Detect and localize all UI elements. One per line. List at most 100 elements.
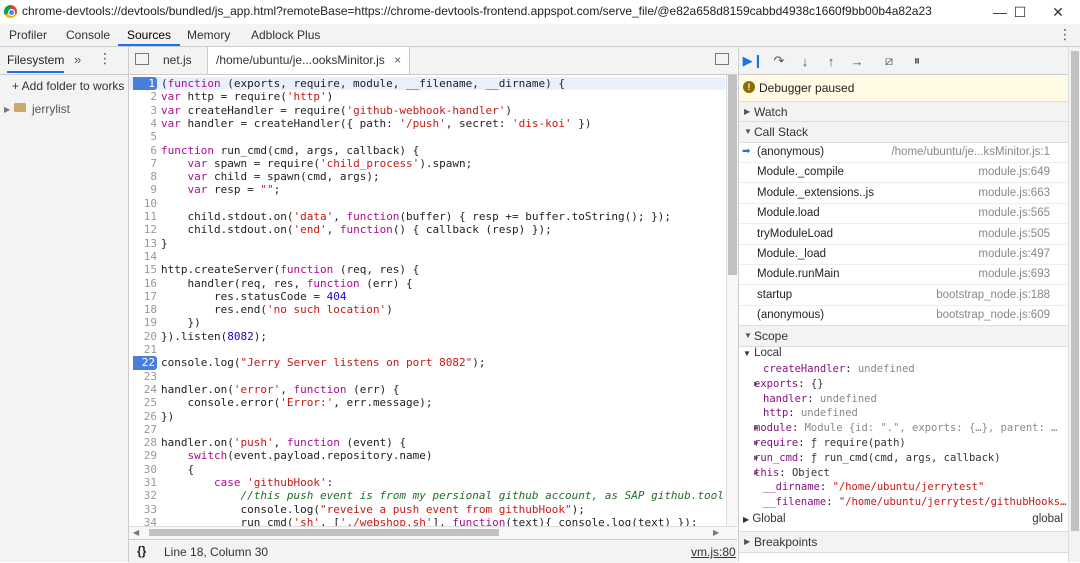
line-number[interactable]: 27 [129, 423, 157, 436]
line-number[interactable]: 17 [129, 290, 157, 303]
pause-on-exceptions-icon[interactable]: ⏸ [907, 51, 927, 71]
line-number[interactable]: 11 [129, 210, 157, 223]
call-stack-frame[interactable]: Module._extensions..js module.js:663 [739, 183, 1069, 204]
tab-profiler[interactable]: Profiler [0, 24, 56, 46]
editor-vertical-scrollbar[interactable] [726, 75, 738, 541]
expand-arrow-icon[interactable]: ▶ [4, 105, 10, 114]
deactivate-breakpoints-icon[interactable]: ⧄ [879, 51, 899, 71]
line-number[interactable]: 4 [129, 117, 157, 130]
frame-location[interactable]: module.js:663 [978, 183, 1050, 203]
scope-local-header[interactable]: ▼ Local [743, 347, 782, 359]
step-over-icon[interactable]: ↷ [769, 51, 789, 71]
frame-location[interactable]: module.js:649 [978, 162, 1050, 182]
scope-global-header[interactable]: ▶ Global global [743, 513, 1063, 525]
line-number[interactable]: 24 [129, 383, 157, 396]
watch-section-header[interactable]: ▶ Watch [739, 101, 1069, 123]
line-number[interactable]: 10 [129, 197, 157, 210]
line-number[interactable]: 13 [129, 237, 157, 250]
call-stack-frame[interactable]: startup bootstrap_node.js:188 [739, 285, 1069, 306]
tab-memory[interactable]: Memory [178, 24, 239, 46]
scroll-thumb[interactable] [1071, 51, 1079, 531]
line-number[interactable]: 31 [129, 476, 157, 489]
line-number[interactable]: 20 [129, 330, 157, 343]
line-number[interactable]: 33 [129, 503, 157, 516]
scope-variable[interactable]: http: undefined [739, 406, 1069, 421]
call-stack-frame[interactable]: Module._compile module.js:649 [739, 162, 1069, 184]
line-number[interactable]: 21 [129, 343, 157, 356]
frame-location[interactable]: module.js:693 [978, 264, 1050, 284]
line-number[interactable]: 23 [129, 370, 157, 383]
editor-tab-netjs[interactable]: net.js [155, 47, 200, 74]
line-number[interactable]: 30 [129, 463, 157, 476]
scope-variable[interactable]: ▶ module: Module {id: ".", exports: {…}, … [739, 421, 1069, 436]
frame-location[interactable]: /home/ubuntu/je...ksMinitor.js:1 [891, 142, 1050, 162]
scope-section-header[interactable]: ▼ Scope [739, 325, 1069, 347]
scope-variable[interactable]: ▶ run_cmd: ƒ run_cmd(cmd, args, callback) [739, 451, 1069, 466]
line-number[interactable]: 9 [129, 183, 157, 196]
call-stack-frame[interactable]: Module.runMain module.js:693 [739, 264, 1069, 286]
line-number[interactable]: 5 [129, 130, 157, 143]
more-tabs-icon[interactable]: » [74, 52, 81, 67]
breakpoint-line-number[interactable]: 22 [133, 356, 157, 370]
scope-variable[interactable]: ▶ exports: {} [739, 377, 1069, 392]
add-folder-button[interactable]: + Add folder to works [12, 79, 128, 93]
line-number[interactable]: 7 [129, 157, 157, 170]
line-number[interactable]: 14 [129, 250, 157, 263]
scroll-right-icon[interactable]: ▶ [713, 528, 719, 537]
editor-horizontal-scrollbar[interactable]: ◀ ▶ [129, 526, 737, 539]
line-number[interactable]: 18 [129, 303, 157, 316]
close-window-button[interactable]: ✕ [1038, 0, 1078, 24]
scope-variable[interactable]: __dirname: "/home/ubuntu/jerrytest" [739, 480, 1069, 495]
maximize-button[interactable]: ☐ [1000, 0, 1040, 24]
step-out-icon[interactable]: ↑ [821, 51, 841, 71]
line-number[interactable]: 16 [129, 277, 157, 290]
scope-variable[interactable]: ▶ this: Object [739, 466, 1069, 481]
scroll-thumb[interactable] [728, 75, 737, 275]
scope-variable[interactable]: ▶ require: ƒ require(path) [739, 436, 1069, 451]
hscroll-thumb[interactable] [149, 529, 499, 536]
line-number[interactable]: 12 [129, 223, 157, 236]
navigator-menu-icon[interactable]: ⋮ [98, 50, 112, 67]
line-number[interactable]: 2 [129, 90, 157, 103]
scope-variable[interactable]: __filename: "/home/ubuntu/jerrytest/gith… [739, 495, 1069, 510]
scroll-left-icon[interactable]: ◀ [133, 528, 139, 537]
line-number[interactable]: 3 [129, 104, 157, 117]
tab-sources[interactable]: Sources [118, 24, 181, 46]
line-number[interactable]: 32 [129, 489, 157, 502]
folder-jerrylist[interactable]: jerrylist [32, 102, 70, 116]
line-number[interactable]: 15 [129, 263, 157, 276]
frame-location[interactable]: module.js:565 [978, 203, 1050, 223]
toggle-navigator-icon[interactable] [135, 53, 149, 65]
scope-variable[interactable]: createHandler: undefined [739, 362, 1069, 377]
source-link[interactable]: vm.js:80 [691, 545, 736, 559]
call-stack-frame[interactable]: ➡ (anonymous) /home/ubuntu/je...ksMinitor.… [739, 142, 1069, 163]
frame-location[interactable]: bootstrap_node.js:188 [936, 285, 1050, 305]
call-stack-frame[interactable]: Module._load module.js:497 [739, 244, 1069, 265]
more-menu-icon[interactable]: ⋮ [1058, 26, 1072, 43]
frame-location[interactable]: bootstrap_node.js:609 [936, 305, 1050, 325]
line-number[interactable]: 6 [129, 144, 157, 157]
call-stack-frame[interactable]: tryModuleLoad module.js:505 [739, 224, 1069, 245]
call-stack-section-header[interactable]: ▼ Call Stack [739, 121, 1069, 143]
line-number[interactable]: 25 [129, 396, 157, 409]
resume-icon[interactable]: ▶❙ [743, 51, 764, 71]
call-stack-frame[interactable]: (anonymous) bootstrap_node.js:609 [739, 305, 1069, 327]
line-number[interactable]: 19 [129, 316, 157, 329]
line-number[interactable]: 26 [129, 410, 157, 423]
frame-location[interactable]: module.js:497 [978, 244, 1050, 264]
sidebar-scrollbar[interactable] [1068, 47, 1080, 562]
tab-filesystem[interactable]: Filesystem [7, 53, 65, 73]
scope-variable[interactable]: handler: undefined [739, 392, 1069, 407]
frame-location[interactable]: module.js:505 [978, 224, 1050, 244]
call-stack-frame[interactable]: Module.load module.js:565 [739, 203, 1069, 225]
toggle-debugger-icon[interactable] [715, 53, 729, 65]
line-number[interactable]: 8 [129, 170, 157, 183]
step-into-icon[interactable]: ↓ [795, 51, 815, 71]
breakpoints-section-header[interactable]: ▶ Breakpoints [739, 531, 1069, 553]
editor-tab-active-file[interactable]: /home/ubuntu/je...ooksMinitor.js × [207, 47, 411, 74]
step-icon[interactable]: → [847, 51, 867, 71]
pretty-print-button[interactable]: {} [137, 544, 146, 558]
code-editor[interactable]: 1 (function (exports, require, module, __… [129, 75, 725, 541]
line-number[interactable]: 29 [129, 449, 157, 462]
tab-adblock-plus[interactable]: Adblock Plus [242, 24, 329, 46]
